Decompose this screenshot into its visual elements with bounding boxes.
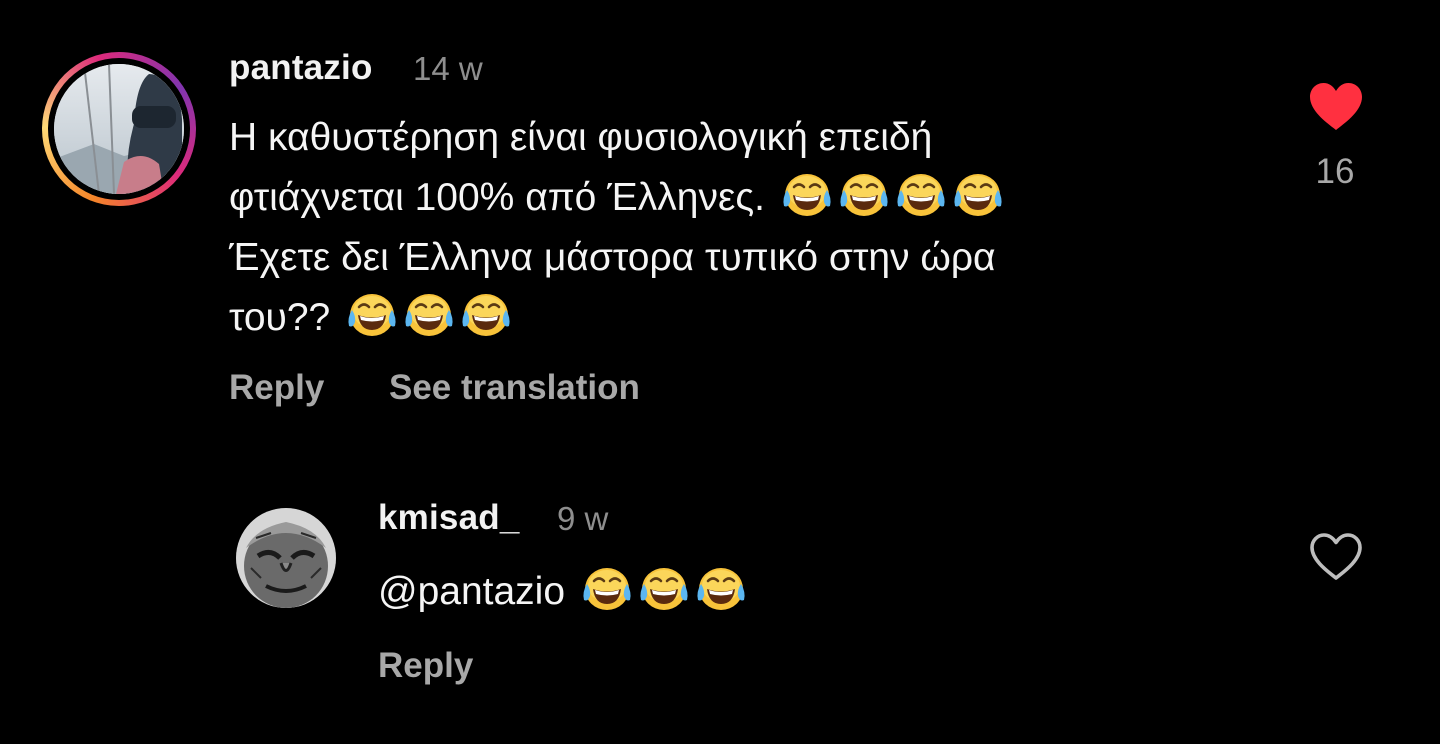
tears-of-joy-emoji-icon — [403, 292, 455, 338]
comment-line: @pantazio — [378, 562, 747, 622]
tears-of-joy-emoji-icon — [695, 566, 747, 612]
tears-of-joy-emoji-icon — [838, 172, 890, 218]
comment: pantazio 14 w Η καθυστέρηση είναι φυσιολ… — [0, 0, 1440, 440]
comment-text: @pantazio — [378, 562, 747, 622]
reply-button[interactable]: Reply — [229, 368, 324, 408]
reply-button[interactable]: Reply — [378, 646, 473, 686]
avatar[interactable] — [236, 508, 336, 608]
tears-of-joy-emoji-icon — [781, 172, 833, 218]
comment-line: Η καθυστέρηση είναι φυσιολογική επειδή — [229, 116, 933, 159]
reply-comment: kmisad_ 9 w @pantazio Reply — [0, 470, 1440, 744]
like-count: 16 — [1315, 152, 1355, 191]
heart-filled-icon[interactable] — [1308, 82, 1364, 132]
tears-of-joy-emoji-icon — [952, 172, 1004, 218]
comment-line: φτιάχνεται 100% από Έλληνες. — [229, 168, 1004, 228]
comment-text: Η καθυστέρηση είναι φυσιολογική επειδή φ… — [229, 108, 1004, 348]
comment-line: Έχετε δει Έλληνα μάστορα τυπικό στην ώρα — [229, 236, 996, 279]
tears-of-joy-emoji-icon — [895, 172, 947, 218]
tears-of-joy-emoji-icon — [346, 292, 398, 338]
comment-line: του?? — [229, 288, 1004, 348]
tears-of-joy-emoji-icon — [581, 566, 633, 612]
heart-outline-icon[interactable] — [1308, 532, 1364, 582]
tears-of-joy-emoji-icon — [460, 292, 512, 338]
mention-link[interactable]: @pantazio — [378, 570, 565, 613]
comment-timestamp: 9 w — [557, 500, 609, 537]
comment-username[interactable]: kmisad_ — [378, 498, 520, 538]
tears-of-joy-emoji-icon — [638, 566, 690, 612]
avatar — [54, 64, 184, 194]
see-translation-button[interactable]: See translation — [389, 368, 640, 408]
comment-username[interactable]: pantazio — [229, 48, 373, 88]
avatar-story-ring[interactable] — [42, 52, 196, 206]
comment-timestamp: 14 w — [413, 50, 483, 87]
